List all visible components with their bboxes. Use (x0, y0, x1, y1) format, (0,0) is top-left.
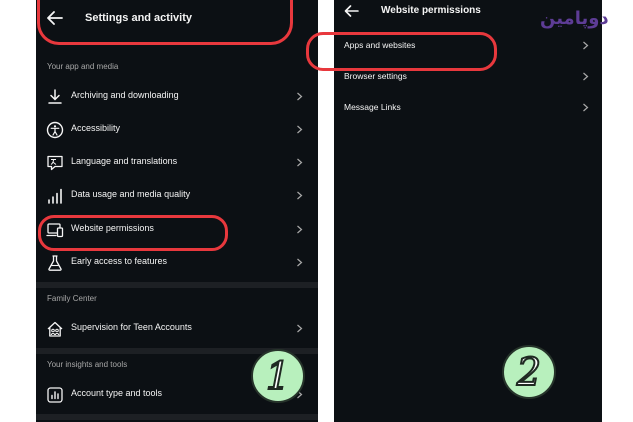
settings-item-label: Supervision for Teen Accounts (71, 322, 192, 332)
permissions-item-browser-settings[interactable]: Browser settings (334, 63, 602, 91)
section-divider (36, 414, 318, 420)
chevron-right-icon (583, 103, 589, 112)
permissions-item-message-links[interactable]: Message Links (334, 94, 602, 122)
settings-item-website-permissions[interactable]: Website permissions (36, 214, 318, 246)
back-arrow-icon[interactable] (47, 11, 63, 25)
chevron-right-icon (297, 225, 303, 234)
step-2-badge: 2 (502, 345, 556, 399)
settings-item-label: Early access to features (71, 256, 168, 266)
website-permissions-panel: Website permissions Apps and websites Br… (334, 0, 602, 422)
language-icon (47, 155, 63, 171)
section-divider (36, 282, 318, 288)
download-icon (48, 89, 62, 104)
settings-item-supervision[interactable]: Supervision for Teen Accounts (36, 313, 318, 345)
permissions-item-label: Message Links (344, 102, 401, 112)
settings-item-label: Archiving and downloading (71, 90, 179, 100)
page-title: Settings and activity (85, 12, 192, 24)
settings-item-data-usage[interactable]: Data usage and media quality (36, 180, 318, 212)
section-label-app-media: Your app and media (47, 62, 119, 71)
chevron-right-icon (583, 72, 589, 81)
chart-icon (47, 387, 63, 403)
chevron-right-icon (297, 191, 303, 200)
settings-item-language[interactable]: Language and translations (36, 147, 318, 179)
chevron-right-icon (297, 258, 303, 267)
settings-item-label: Account type and tools (71, 388, 163, 398)
section-label-insights-tools: Your insights and tools (47, 360, 128, 369)
supervision-icon (47, 321, 63, 337)
permissions-item-label: Apps and websites (344, 40, 416, 50)
settings-item-early-access[interactable]: Early access to features (36, 247, 318, 279)
section-label-family-center: Family Center (47, 294, 97, 303)
step-number: 1 (265, 354, 291, 398)
settings-item-label: Language and translations (71, 156, 178, 166)
flask-icon (48, 255, 62, 271)
chevron-right-icon (583, 41, 589, 50)
permissions-item-apps-websites[interactable]: Apps and websites (334, 32, 602, 60)
settings-item-label: Data usage and media quality (71, 189, 191, 199)
step-1-badge: 1 (251, 349, 305, 403)
settings-item-accessibility[interactable]: Accessibility (36, 114, 318, 146)
chevron-right-icon (297, 125, 303, 134)
settings-header: Settings and activity (36, 0, 318, 36)
settings-item-label: Website permissions (71, 223, 154, 233)
chevron-right-icon (297, 158, 303, 167)
settings-item-label: Accessibility (71, 123, 121, 133)
brand-logo-text: دوپامین (540, 8, 609, 29)
chevron-right-icon (297, 92, 303, 101)
accessibility-icon (46, 121, 64, 139)
signal-bars-icon (48, 188, 62, 204)
devices-icon (46, 223, 64, 238)
settings-item-archiving[interactable]: Archiving and downloading (36, 81, 318, 113)
step-number: 2 (516, 350, 542, 394)
brand-logo: دوپامین (540, 8, 609, 29)
back-arrow-icon[interactable] (344, 5, 359, 17)
chevron-right-icon (297, 324, 303, 333)
permissions-item-label: Browser settings (344, 71, 407, 81)
page-title: Website permissions (381, 5, 481, 16)
